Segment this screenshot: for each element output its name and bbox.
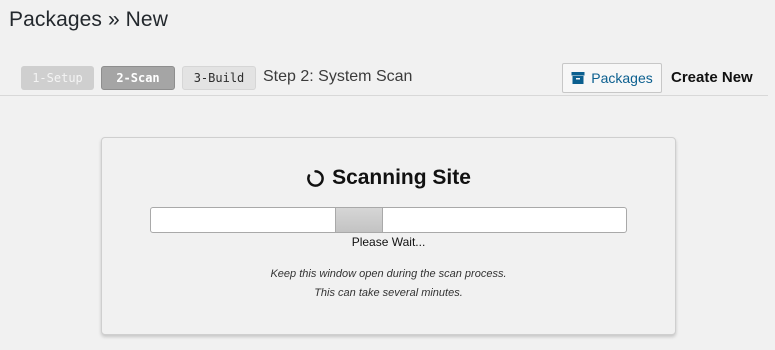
step-scan: 2-Scan <box>101 66 175 90</box>
spinner-icon <box>306 169 325 188</box>
scan-heading: Scanning Site <box>102 166 675 190</box>
scan-note-line-1: Keep this window open during the scan pr… <box>270 268 507 280</box>
scan-panel: Scanning Site Please Wait... Keep this w… <box>101 137 676 335</box>
step-build: 3-Build <box>182 66 256 90</box>
page: Packages » New 1-Setup 2-Scan 3-Build St… <box>0 0 775 350</box>
packages-button[interactable]: Packages <box>562 63 662 93</box>
step-setup: 1-Setup <box>21 66 94 90</box>
scan-title: Scanning Site <box>332 166 471 189</box>
step-caption: Step 2: System Scan <box>263 68 413 85</box>
progress-indicator <box>335 208 383 232</box>
create-new-link[interactable]: Create New <box>671 69 753 87</box>
status-text: Please Wait... <box>351 235 426 249</box>
progress-bar <box>150 207 627 233</box>
scan-note-line-2: This can take several minutes. <box>314 287 463 299</box>
page-title: Packages » New <box>9 8 168 31</box>
wizard-bar: 1-Setup 2-Scan 3-Build Step 2: System Sc… <box>0 60 768 96</box>
packages-button-label: Packages <box>591 70 653 86</box>
archive-icon <box>571 71 585 85</box>
